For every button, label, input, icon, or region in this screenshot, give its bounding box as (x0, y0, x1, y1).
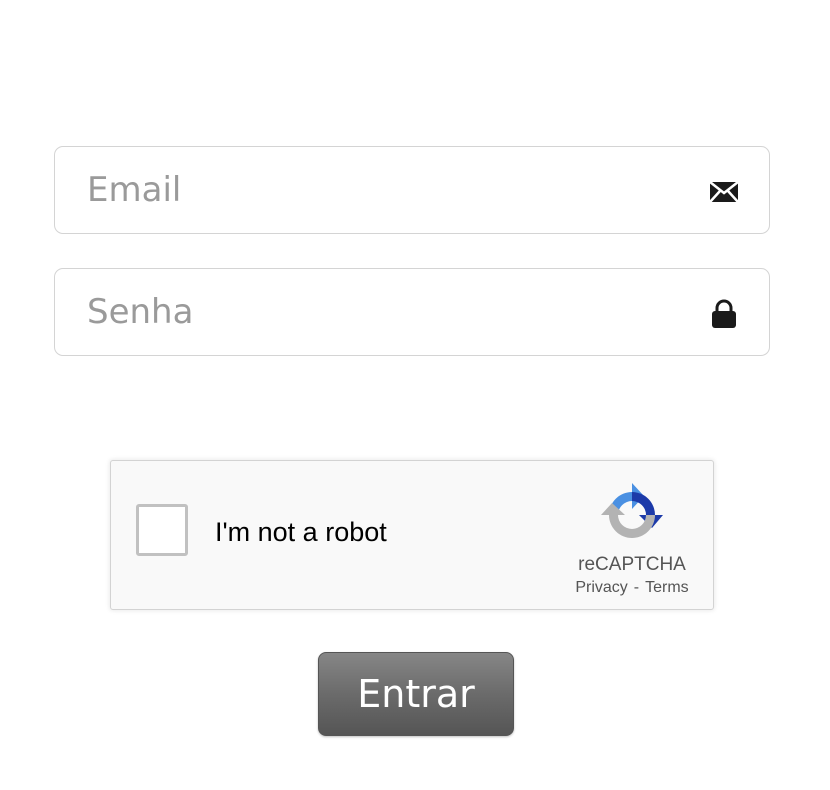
envelope-icon (709, 181, 739, 203)
email-field-container (54, 146, 770, 234)
lock-icon (712, 299, 736, 328)
email-input[interactable] (87, 147, 687, 233)
recaptcha-privacy-link[interactable]: Privacy (575, 579, 627, 596)
password-input[interactable] (87, 269, 687, 355)
recaptcha-checkbox[interactable] (136, 504, 188, 556)
login-page: I'm not a robot reCAPTCHA Privacy-Terms … (0, 0, 830, 790)
recaptcha-links: Privacy - Terms (551, 580, 713, 596)
recaptcha-terms-link[interactable]: Terms (645, 579, 689, 596)
recaptcha-brand: reCAPTCHA (578, 554, 686, 575)
recaptcha-logo-icon (601, 483, 663, 538)
recaptcha-label: I'm not a robot (215, 517, 387, 547)
recaptcha-widget: I'm not a robot reCAPTCHA Privacy - Terms (110, 460, 714, 610)
password-field-container (54, 268, 770, 356)
recaptcha-links-separator: - (633, 579, 640, 596)
submit-button[interactable]: Entrar (318, 652, 514, 736)
